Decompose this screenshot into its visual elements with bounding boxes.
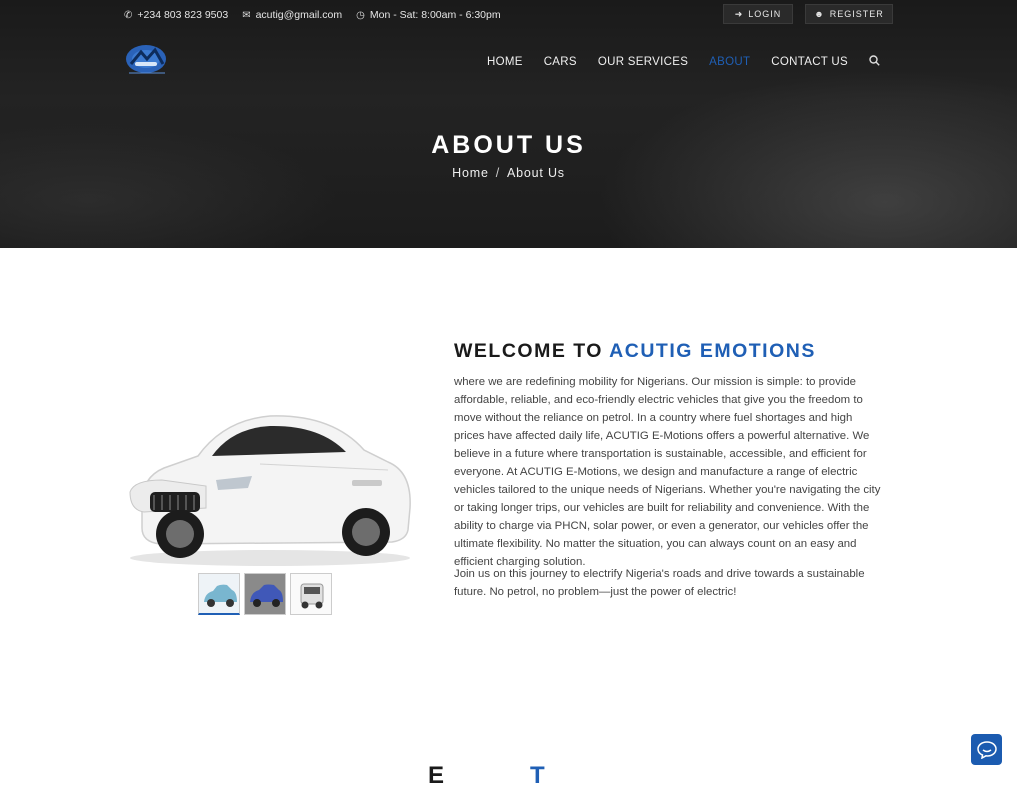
register-label: Register: [829, 9, 884, 19]
login-label: Login: [748, 9, 782, 19]
nav-contact-us[interactable]: Contact Us: [771, 56, 848, 68]
opening-hours: Mon - Sat: 8:00am - 6:30pm: [369, 9, 501, 21]
next-heading-part2: T: [530, 762, 546, 789]
user-plus-icon: ☻: [814, 9, 825, 19]
breadcrumb: Home / About Us: [0, 166, 1017, 180]
hero-banner: ✆ +234 803 823 9503 ✉ acutig@gmail.com ◷…: [0, 0, 1017, 248]
thumbnail-purple-car[interactable]: [244, 573, 286, 615]
auth-buttons: ➜ Login ☻ Register: [723, 4, 893, 24]
breadcrumb-home[interactable]: Home: [452, 166, 489, 180]
search-icon[interactable]: [869, 55, 880, 69]
brand-name: Acutig Emotions: [609, 340, 816, 362]
register-button[interactable]: ☻ Register: [805, 4, 893, 24]
next-heading-part1: E: [428, 762, 446, 789]
breadcrumb-separator: /: [495, 166, 500, 180]
welcome-prefix: Welcome to: [454, 340, 603, 362]
sign-in-icon: ➜: [734, 8, 744, 19]
chat-bubble-icon: [976, 740, 997, 759]
welcome-heading: Welcome to Acutig Emotions: [454, 340, 816, 363]
phone-icon: ✆: [124, 9, 133, 21]
main-nav: Home Cars Our Services About Contact Us: [487, 55, 880, 69]
nav-our-services[interactable]: Our Services: [598, 56, 688, 68]
car-thumbnails: [198, 573, 332, 615]
chat-button[interactable]: [971, 734, 1002, 765]
nav-home[interactable]: Home: [487, 56, 523, 68]
envelope-icon: ✉: [242, 9, 251, 21]
site-logo[interactable]: [125, 44, 169, 76]
nav-about[interactable]: About: [709, 56, 750, 68]
nav-cars[interactable]: Cars: [544, 56, 577, 68]
next-section-heading: ET: [428, 762, 546, 790]
breadcrumb-current: About Us: [507, 166, 565, 180]
thumbnail-blue-car[interactable]: [198, 573, 240, 615]
login-button[interactable]: ➜ Login: [723, 4, 793, 24]
email-address[interactable]: acutig@gmail.com: [256, 9, 343, 21]
hours-info: ◷ Mon - Sat: 8:00am - 6:30pm: [356, 9, 500, 21]
phone-info: ✆ +234 803 823 9503: [124, 9, 228, 21]
about-paragraph: where we are redefining mobility for Nig…: [454, 376, 881, 568]
closing-paragraph: Join us on this journey to electrify Nig…: [454, 568, 865, 598]
email-info[interactable]: ✉ acutig@gmail.com: [242, 9, 342, 21]
contact-bar: ✆ +234 803 823 9503 ✉ acutig@gmail.com ◷…: [124, 9, 501, 21]
thumbnail-white-car[interactable]: [290, 573, 332, 615]
phone-number: +234 803 823 9503: [137, 9, 229, 21]
page-title: About Us: [431, 131, 586, 159]
clock-icon: ◷: [356, 9, 365, 21]
